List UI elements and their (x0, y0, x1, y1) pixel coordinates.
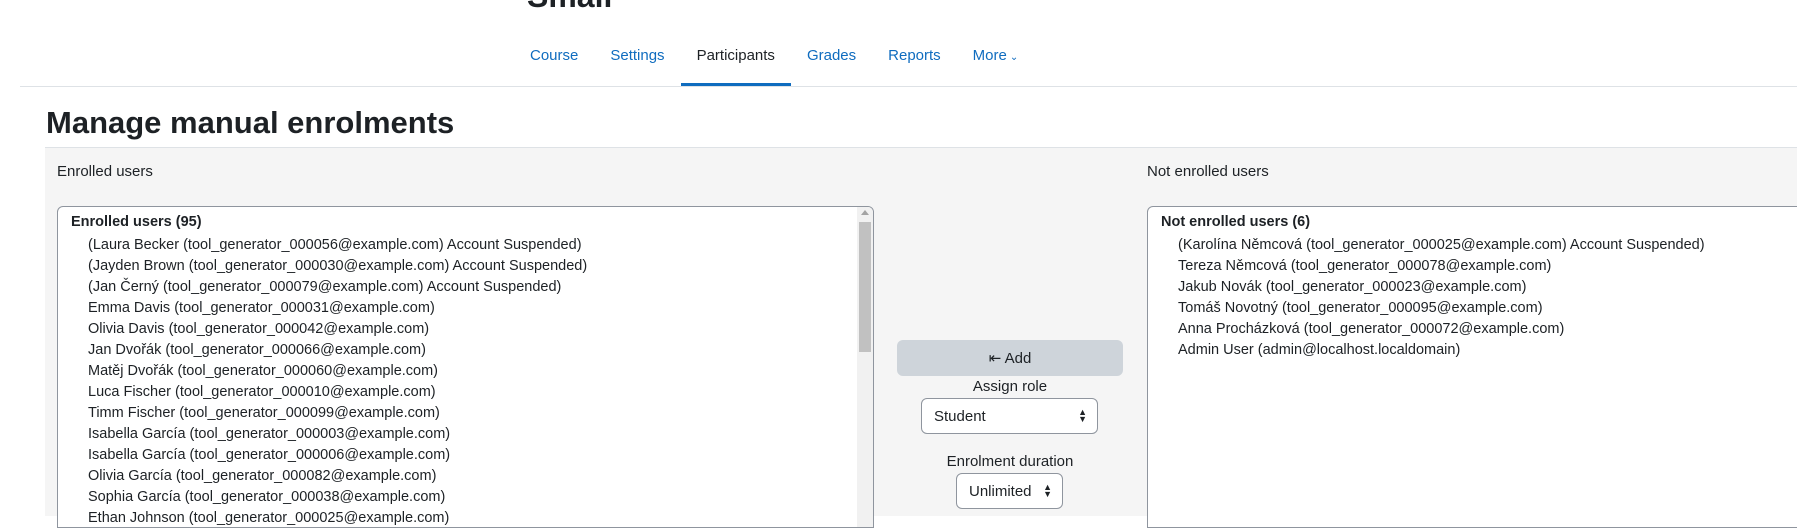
nav-tab-reports[interactable]: Reports (872, 38, 957, 86)
not-enrolled-user-option[interactable]: Tomáš Novotný (tool_generator_000095@exa… (1148, 298, 1797, 319)
select-arrows-icon: ▲ ▼ (1078, 407, 1087, 424)
chevron-down-icon: ⌄ (1009, 52, 1019, 63)
nav-tab-more[interactable]: More ⌄ (957, 38, 1035, 86)
scroll-up-arrow-icon[interactable] (861, 210, 869, 215)
not-enrolled-users-label: Not enrolled users (1147, 163, 1269, 180)
nav-tab-grades[interactable]: Grades (791, 38, 872, 86)
enrolled-user-option[interactable]: Ethan Johnson (tool_generator_000025@exa… (58, 508, 873, 527)
nav-divider (20, 86, 1797, 87)
nav-tab-participants-label: Participants (696, 47, 775, 64)
not-enrolled-users-group-label: Not enrolled users (6) (1161, 214, 1311, 230)
assign-role-value: Student (934, 407, 986, 425)
nav-tab-grades-label: Grades (806, 47, 857, 64)
enrolled-users-group-label: Enrolled users (95) (71, 214, 202, 230)
enrolled-user-option[interactable]: (Laura Becker (tool_generator_000056@exa… (58, 235, 873, 256)
enrolled-users-listbox[interactable]: Enrolled users (95) (Laura Becker (tool_… (57, 206, 874, 528)
not-enrolled-user-option[interactable]: Anna Procházková (tool_generator_000072@… (1148, 319, 1797, 340)
select-arrows-icon: ▲ ▼ (1043, 482, 1052, 499)
not-enrolled-user-option[interactable]: Admin User (admin@localhost.localdomain) (1148, 340, 1797, 361)
enrolled-users-label: Enrolled users (57, 163, 153, 180)
course-title: Small (527, 0, 612, 15)
assign-role-select[interactable]: Student ▲ ▼ (921, 398, 1098, 434)
nav-tab-course[interactable]: Course (514, 38, 594, 86)
not-enrolled-user-option[interactable]: Jakub Novák (tool_generator_000023@examp… (1148, 277, 1797, 298)
nav-tab-reports-label: Reports (888, 47, 941, 64)
nav-tab-course-label: Course (530, 47, 579, 64)
enrolled-user-option[interactable]: Sophia García (tool_generator_000038@exa… (58, 487, 873, 508)
enrolled-user-option[interactable]: Isabella García (tool_generator_000003@e… (58, 424, 873, 445)
not-enrolled-user-option[interactable]: (Karolína Němcová (tool_generator_000025… (1148, 235, 1797, 256)
enrolment-duration-select[interactable]: Unlimited ▲ ▼ (956, 473, 1063, 509)
enrolled-user-option[interactable]: Isabella García (tool_generator_000006@e… (58, 445, 873, 466)
enrolled-user-option[interactable]: (Jan Černý (tool_generator_000079@exampl… (58, 277, 873, 298)
not-enrolled-user-option[interactable]: Tereza Němcová (tool_generator_000078@ex… (1148, 256, 1797, 277)
nav-tab-more-label: More (972, 47, 1007, 64)
enrolled-user-option[interactable]: Jan Dvořák (tool_generator_000066@exampl… (58, 340, 873, 361)
not-enrolled-users-listbox[interactable]: Not enrolled users (6) (Karolína Němcová… (1147, 206, 1797, 528)
scrollbar-thumb[interactable] (859, 222, 871, 352)
enrolled-user-option[interactable]: Olivia García (tool_generator_000082@exa… (58, 466, 873, 487)
listbox-scrollbar[interactable] (857, 207, 873, 527)
secondary-navigation: Course Settings Participants Grades Repo… (514, 38, 1034, 86)
enrolment-duration-label: Enrolment duration (946, 453, 1074, 470)
enrolled-user-option[interactable]: (Jayden Brown (tool_generator_000030@exa… (58, 256, 873, 277)
nav-tab-participants[interactable]: Participants (680, 38, 792, 86)
enrolled-user-option[interactable]: Timm Fischer (tool_generator_000099@exam… (58, 403, 873, 424)
enrolled-user-option[interactable]: Emma Davis (tool_generator_000031@exampl… (58, 298, 873, 319)
enrolment-duration-value: Unlimited (969, 482, 1032, 500)
enrolled-user-option[interactable]: Olivia Davis (tool_generator_000042@exam… (58, 319, 873, 340)
nav-tab-settings[interactable]: Settings (594, 38, 680, 86)
enrolled-user-option[interactable]: Matěj Dvořák (tool_generator_000060@exam… (58, 361, 873, 382)
add-button[interactable]: ⇤ Add (897, 340, 1123, 376)
page-heading: Manage manual enrolments (46, 105, 455, 140)
assign-role-label: Assign role (972, 378, 1048, 395)
nav-tab-settings-label: Settings (610, 47, 665, 64)
enrolled-user-option[interactable]: Luca Fischer (tool_generator_000010@exam… (58, 382, 873, 403)
